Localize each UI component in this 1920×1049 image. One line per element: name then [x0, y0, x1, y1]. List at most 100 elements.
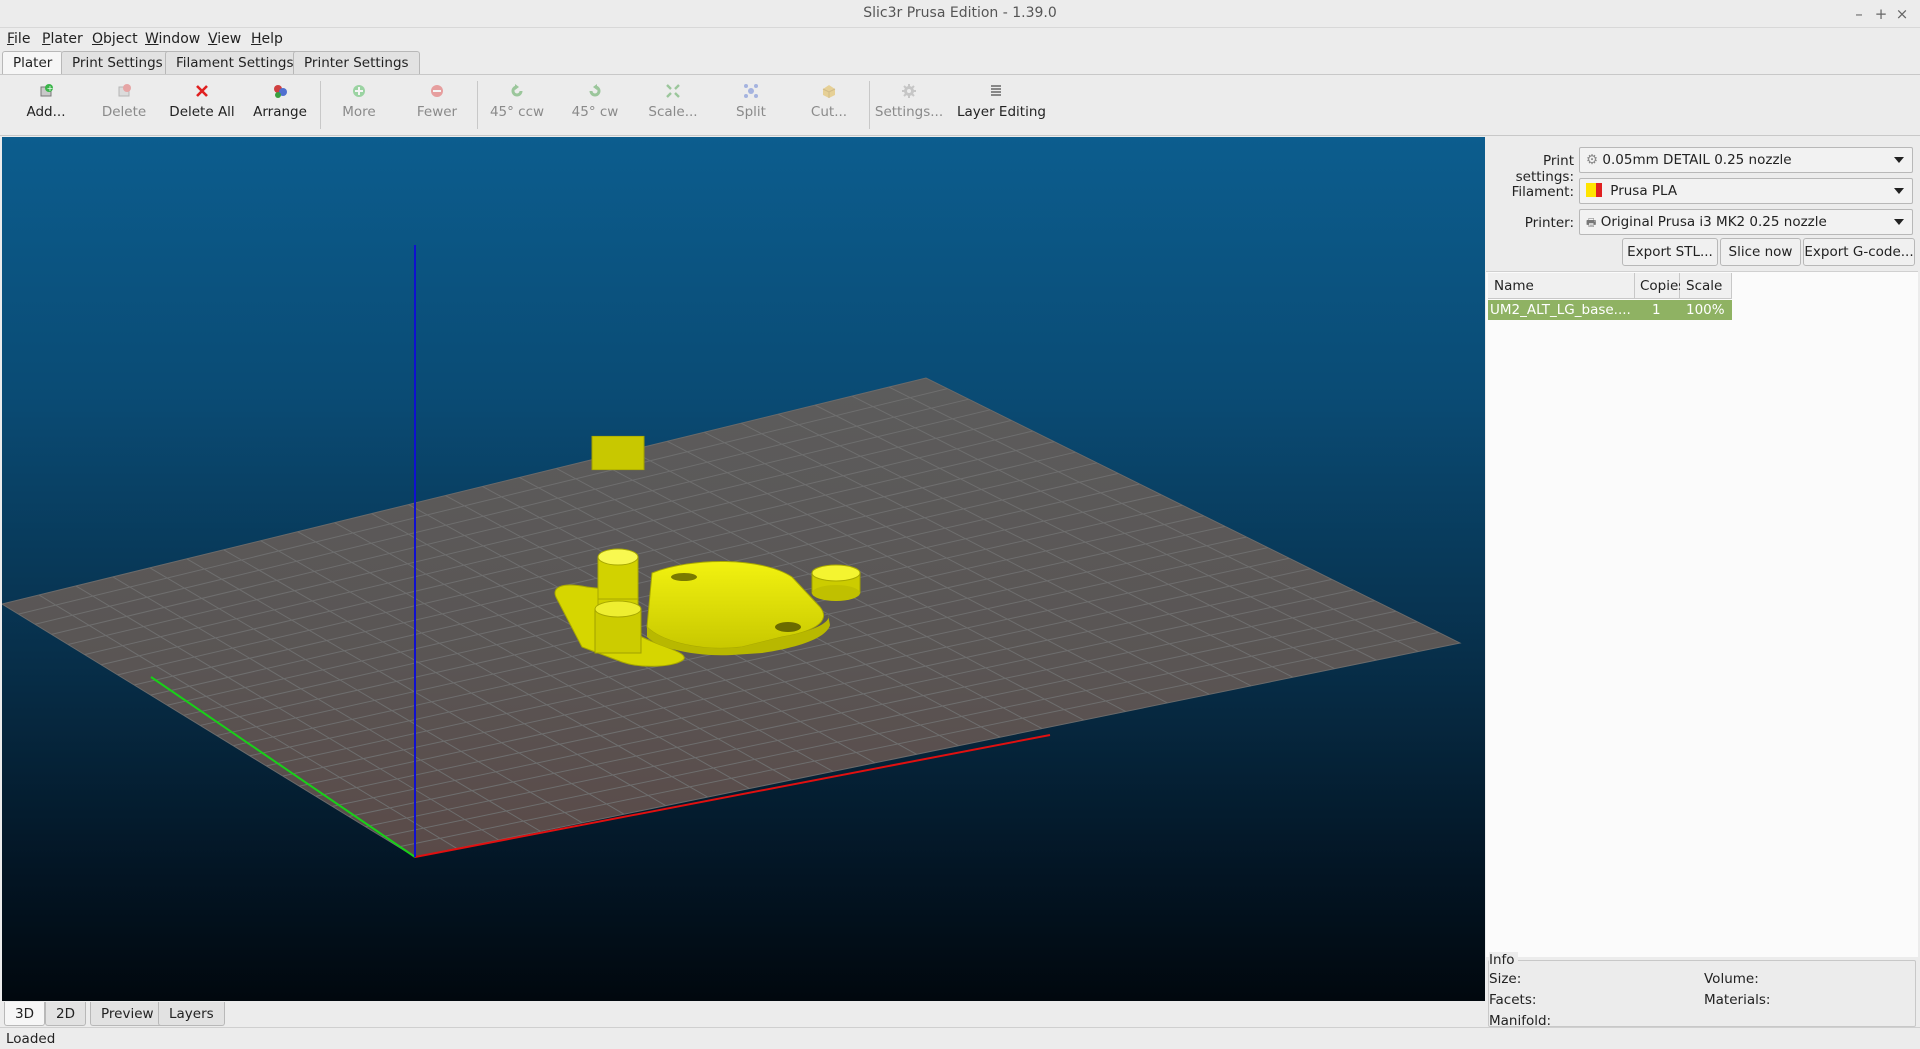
delete-all-icon	[194, 83, 210, 99]
status-bar: Loaded	[0, 1027, 1920, 1049]
delete-object-icon	[116, 83, 132, 99]
more-button[interactable]: More	[320, 83, 398, 120]
tab-filament-settings[interactable]: Filament Settings	[165, 51, 305, 75]
delete-all-button[interactable]: Delete All	[163, 83, 241, 120]
export-stl-button[interactable]: Export STL...	[1622, 238, 1718, 266]
add-label: Add...	[26, 104, 66, 120]
rotate-ccw-icon	[509, 83, 525, 99]
tab-print-settings[interactable]: Print Settings	[61, 51, 174, 75]
layer-editing-label: Layer Editing	[957, 104, 1046, 120]
chevron-down-icon	[1894, 219, 1904, 225]
rotate-cw-label: 45° cw	[571, 104, 619, 120]
split-button[interactable]: Split	[712, 83, 790, 120]
build-plate-scene[interactable]	[2, 137, 1485, 1001]
print-settings-label: Print settings:	[1515, 153, 1574, 185]
printer-icon: 🖶	[1586, 216, 1597, 229]
split-icon	[743, 83, 759, 99]
filament-color-icon	[1586, 183, 1596, 197]
rotate-cw-icon	[587, 83, 603, 99]
object-list[interactable]	[1486, 271, 1918, 957]
menu-object[interactable]: Object	[92, 31, 138, 47]
maximize-button[interactable]: +	[1870, 3, 1892, 25]
printer-select[interactable]: 🖶 Original Prusa i3 MK2 0.25 nozzle	[1579, 209, 1913, 235]
column-header-scale[interactable]: Scale	[1680, 273, 1732, 299]
close-button[interactable]: ×	[1891, 3, 1913, 25]
view-mode-tabs: 3D 2D Preview Layers	[2, 1001, 1485, 1027]
filament-color-icon	[1596, 183, 1602, 197]
info-facets-label: Facets:	[1489, 992, 1537, 1008]
layer-editing-button[interactable]: Layer Editing	[957, 83, 1046, 120]
add-object-icon: +	[38, 83, 54, 99]
layers-icon	[988, 83, 1004, 99]
column-header-copies[interactable]: Copies	[1635, 273, 1685, 299]
add-button[interactable]: + Add...	[7, 83, 85, 120]
tab-layers[interactable]: Layers	[158, 1002, 225, 1026]
cut-label: Cut...	[810, 104, 848, 120]
status-text: Loaded	[6, 1031, 56, 1047]
tab-3d[interactable]: 3D	[4, 1002, 45, 1026]
arrange-icon	[272, 83, 288, 99]
settings-label: Settings...	[874, 104, 944, 120]
chevron-down-icon	[1894, 188, 1904, 194]
filament-select[interactable]: Prusa PLA	[1579, 178, 1913, 204]
chevron-down-icon	[1894, 157, 1904, 163]
delete-all-label: Delete All	[169, 104, 235, 120]
object-name: UM2_ALT_LG_base....	[1490, 302, 1631, 318]
filament-label: Filament:	[1511, 184, 1574, 200]
cut-button[interactable]: Cut...	[790, 83, 868, 120]
print-settings-select[interactable]: ⚙ 0.05mm DETAIL 0.25 nozzle	[1579, 147, 1913, 173]
arrange-label: Arrange	[253, 104, 307, 120]
menu-help[interactable]: Help	[251, 31, 283, 47]
column-header-name[interactable]: Name	[1488, 273, 1635, 299]
minimize-button[interactable]: –	[1848, 3, 1870, 25]
info-volume-label: Volume:	[1704, 971, 1759, 987]
slice-now-button[interactable]: Slice now	[1720, 238, 1801, 266]
export-gcode-button[interactable]: Export G-code...	[1803, 238, 1915, 266]
fewer-label: Fewer	[416, 104, 458, 120]
split-label: Split	[736, 104, 766, 120]
menu-bar: File Plater Object Window View Help	[0, 28, 1920, 52]
menu-view[interactable]: View	[208, 31, 241, 47]
delete-button[interactable]: Delete	[85, 83, 163, 120]
scale-button[interactable]: Scale...	[634, 83, 712, 120]
delete-label: Delete	[101, 104, 147, 120]
info-box: Info Size: Volume: Facets: Materials: Ma…	[1488, 952, 1916, 1029]
printer-value: Original Prusa i3 MK2 0.25 nozzle	[1600, 214, 1827, 230]
main-tabs: Plater Print Settings Filament Settings …	[0, 51, 1920, 76]
plater-toolbar: + Add... Delete Delete All Arrange More …	[0, 74, 1920, 136]
window-title: Slic3r Prusa Edition - 1.39.0	[863, 5, 1057, 21]
rotate-cw-button[interactable]: 45° cw	[556, 83, 634, 120]
minus-icon	[429, 83, 445, 99]
tab-printer-settings[interactable]: Printer Settings	[293, 51, 420, 75]
arrange-button[interactable]: Arrange	[241, 83, 319, 120]
scale-label: Scale...	[648, 104, 698, 120]
object-copies: 1	[1652, 302, 1661, 318]
settings-button[interactable]: Settings...	[870, 83, 948, 120]
menu-plater[interactable]: Plater	[42, 31, 83, 47]
rotate-ccw-button[interactable]: 45° ccw	[478, 83, 556, 120]
gear-icon: ⚙	[1586, 152, 1599, 168]
fewer-button[interactable]: Fewer	[398, 83, 476, 120]
info-materials-label: Materials:	[1704, 992, 1771, 1008]
menu-window[interactable]: Window	[145, 31, 200, 47]
table-row[interactable]: UM2_ALT_LG_base.... 1 100%	[1488, 300, 1732, 320]
info-title: Info	[1489, 952, 1518, 968]
title-bar: Slic3r Prusa Edition - 1.39.0 – + ×	[0, 0, 1920, 28]
cut-icon	[821, 83, 837, 99]
scale-icon	[665, 83, 681, 99]
menu-file[interactable]: File	[7, 31, 30, 47]
right-panel: Print settings: ⚙ 0.05mm DETAIL 0.25 noz…	[1486, 137, 1920, 1029]
printer-label: Printer:	[1524, 215, 1574, 231]
print-settings-value: 0.05mm DETAIL 0.25 nozzle	[1602, 152, 1792, 168]
tab-2d[interactable]: 2D	[45, 1002, 86, 1026]
object-scale: 100%	[1686, 302, 1725, 318]
tab-preview[interactable]: Preview	[90, 1002, 165, 1026]
info-size-label: Size:	[1489, 971, 1522, 987]
tab-plater[interactable]: Plater	[2, 51, 64, 76]
gear-icon	[901, 83, 917, 99]
filament-value: Prusa PLA	[1610, 183, 1678, 199]
3d-viewport[interactable]	[2, 137, 1485, 1001]
rotate-ccw-label: 45° ccw	[489, 104, 545, 120]
plus-icon	[351, 83, 367, 99]
svg-text:+: +	[47, 84, 54, 93]
